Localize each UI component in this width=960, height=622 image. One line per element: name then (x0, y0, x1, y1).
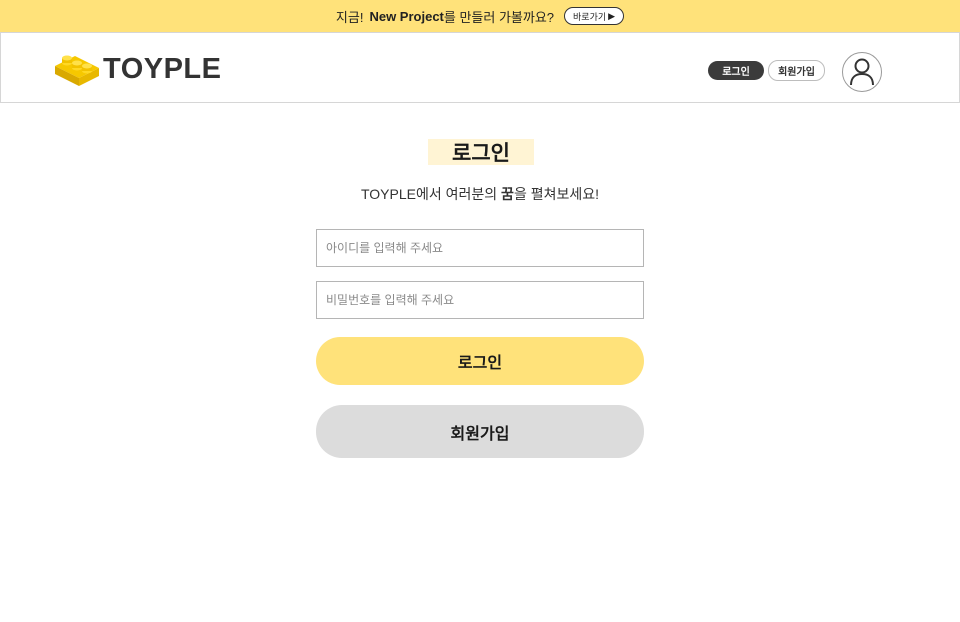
page-title: 로그인 (452, 142, 510, 165)
subtitle-prefix: TOYPLE에서 여러분의 (360, 186, 502, 202)
user-icon (850, 58, 874, 86)
page-subtitle: TOYPLE에서 여러분의 꿈을 펼쳐보세요! (0, 184, 960, 204)
subtitle-bold: 꿈 (501, 186, 514, 202)
banner-suffix: 를 만들러 가볼까요? (443, 9, 555, 25)
promo-banner: 지금! New Project 를 만들러 가볼까요? 바로가기 ▶ (0, 0, 960, 32)
header-login-button[interactable]: 로그인 (708, 61, 764, 80)
login-button[interactable]: 로그인 (316, 337, 644, 385)
banner-shortcut-label: 바로가기 (573, 11, 607, 22)
username-input[interactable] (316, 229, 644, 267)
subtitle-suffix: 을 펼쳐보세요! (513, 186, 599, 202)
play-arrow-icon: ▶ (608, 10, 616, 21)
header-signup-button[interactable]: 회원가입 (768, 60, 825, 81)
avatar[interactable] (842, 52, 882, 92)
signup-button[interactable]: 회원가입 (316, 405, 644, 458)
logo-text: TOYPLE (103, 52, 222, 85)
banner-shortcut-button[interactable]: 바로가기 ▶ (564, 7, 625, 25)
lego-brick-icon (55, 55, 99, 86)
banner-highlight: New Project (369, 8, 444, 24)
banner-prefix: 지금! (335, 9, 364, 25)
site-header: TOYPLE 로그인 회원가입 (0, 32, 960, 103)
password-input[interactable] (316, 281, 644, 319)
site-logo[interactable]: TOYPLE (53, 52, 222, 86)
page-title-highlight: 로그인 (428, 139, 534, 165)
